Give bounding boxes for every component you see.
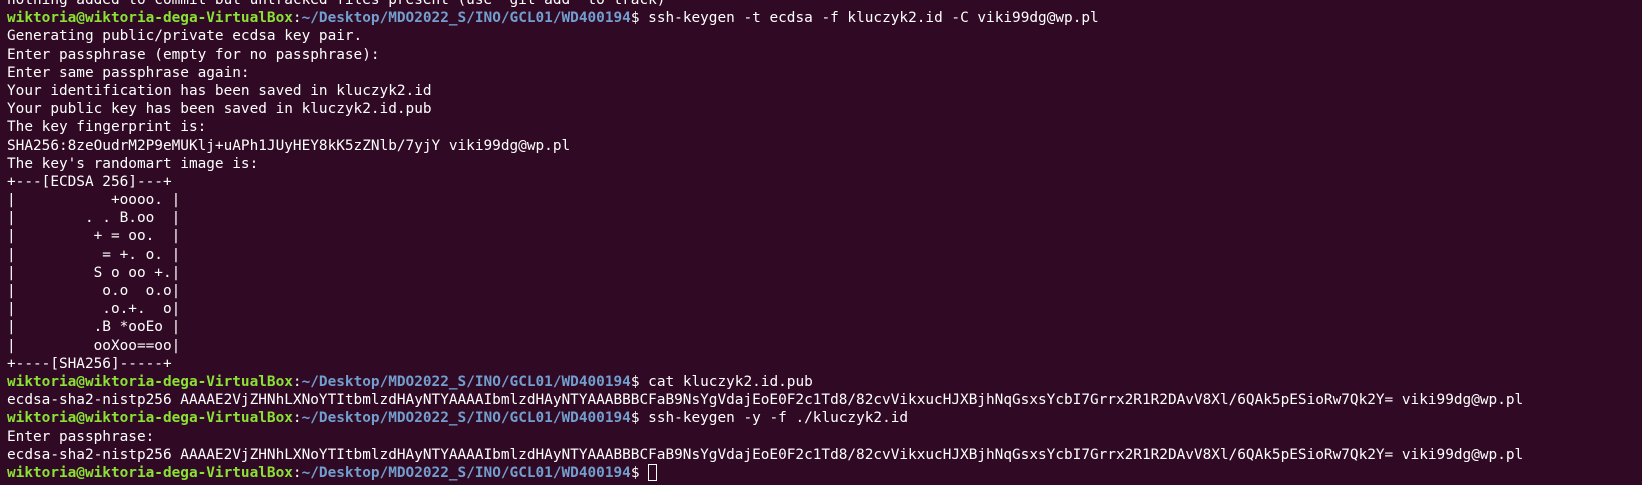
prompt-symbol: $ [630,410,640,427]
prompt-user-host: wiktoria@wiktoria-dega-VirtualBox [7,464,293,481]
output-line: Your identification has been saved in kl… [7,82,432,99]
output-line: | + = oo. | [7,228,181,245]
prompt-colon: : [292,10,302,27]
output-line: Generating public/private ecdsa key pair… [7,28,363,45]
terminal-output: nothing added to commit but untracked fi… [7,0,1642,482]
prompt-path: ~/Desktop/MDO2022_S/INO/GCL01/WD400194 [301,410,631,427]
prompt-line: wiktoria@wiktoria-dega-VirtualBox:~/Desk… [7,463,1642,482]
output-line: | o.o o.o| [7,283,181,299]
output-line: SHA256:8zeOudrM2P9eMUKlj+uAPh1JUyHEY8kK5… [7,137,571,154]
prompt-symbol: $ [630,373,640,390]
output-line: The key fingerprint is: [7,119,207,136]
command-text: ssh-keygen -y -f ./kluczyk2.id [639,410,909,427]
prompt-colon: : [292,410,302,427]
prompt-colon: : [292,464,302,481]
prompt-user-host: wiktoria@wiktoria-dega-VirtualBox [7,373,293,390]
output-line: | S o oo +.| [7,264,181,281]
output-line: | .B *ooEo | [7,319,181,336]
terminal-window[interactable]: nothing added to commit but untracked fi… [0,0,1642,485]
output-line: ecdsa-sha2-nistp256 AAAAE2VjZHNhLXNoYTIt… [7,392,1524,409]
output-line: ecdsa-sha2-nistp256 AAAAE2VjZHNhLXNoYTIt… [7,446,1524,463]
output-line: +---[ECDSA 256]---+ [7,173,172,190]
output-line: | +oooo. | [7,192,181,209]
prompt-path: ~/Desktop/MDO2022_S/INO/GCL01/WD400194 [301,464,631,481]
output-line: | .o.+. o| [7,301,181,318]
output-line: The key's randomart image is: [7,155,259,172]
output-line: nothing added to commit but untracked fi… [7,0,666,8]
output-line: | = +. o. | [7,246,181,263]
output-line: Enter same passphrase again: [7,64,250,81]
command-text: ssh-keygen -t ecdsa -f kluczyk2.id -C vi… [639,10,1099,27]
prompt-colon: : [292,373,302,390]
prompt-path: ~/Desktop/MDO2022_S/INO/GCL01/WD400194 [301,10,631,27]
prompt-user-host: wiktoria@wiktoria-dega-VirtualBox [7,10,293,27]
output-line: +----[SHA256]-----+ [7,355,172,372]
output-line: Your public key has been saved in kluczy… [7,101,432,118]
output-line: Enter passphrase: [7,428,155,445]
prompt-line: wiktoria@wiktoria-dega-VirtualBox:~/Desk… [7,9,1642,27]
text-cursor[interactable] [647,463,657,481]
prompt-symbol: $ [630,464,640,481]
prompt-line: wiktoria@wiktoria-dega-VirtualBox:~/Desk… [7,373,1642,391]
prompt-line: wiktoria@wiktoria-dega-VirtualBox:~/Desk… [7,409,1642,427]
output-line: | ooXoo==oo| [7,337,181,354]
output-line: | . . B.oo | [7,210,181,227]
prompt-symbol: $ [630,10,640,27]
prompt-path: ~/Desktop/MDO2022_S/INO/GCL01/WD400194 [301,373,631,390]
command-text: cat kluczyk2.id.pub [639,373,813,390]
output-line: Enter passphrase (empty for no passphras… [7,46,380,63]
prompt-user-host: wiktoria@wiktoria-dega-VirtualBox [7,410,293,427]
